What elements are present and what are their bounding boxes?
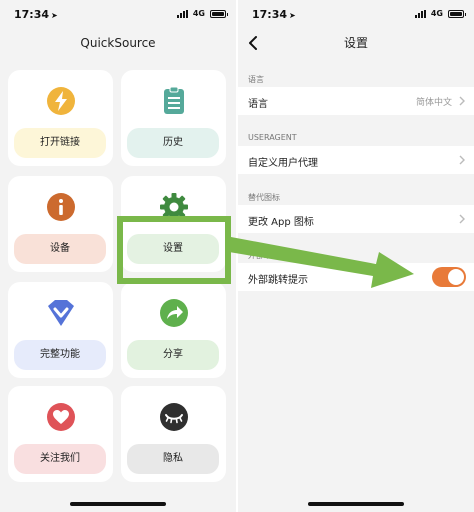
status-time: 17:34 ➤ — [14, 8, 58, 21]
toggle-knob — [448, 269, 464, 285]
language-value: 简体中文 — [415, 98, 452, 108]
info-icon — [46, 193, 75, 221]
network-label: 4G — [192, 9, 205, 18]
tile-privacy[interactable]: 隐私 — [121, 386, 226, 482]
device-button[interactable]: 设备 — [14, 234, 106, 264]
status-bar: 17:34 ➤ 4G — [0, 0, 236, 28]
chevron-right-icon — [459, 155, 465, 165]
status-bar: 17:34 ➤ 4G — [238, 0, 474, 28]
lightning-icon — [46, 87, 75, 115]
clipboard-icon — [163, 86, 184, 114]
closed-eye-icon — [159, 403, 188, 431]
section-header-language: 语言 — [248, 75, 264, 84]
tile-device[interactable]: 设备 — [8, 176, 113, 272]
section-header-alt-icon: 替代图标 — [248, 193, 280, 202]
battery-icon — [448, 9, 466, 18]
user-agent-row[interactable]: 自定义用户代理 — [238, 146, 474, 174]
open-link-button[interactable]: 打开链接 — [14, 128, 106, 158]
highlight-box — [117, 216, 231, 284]
battery-icon — [210, 9, 228, 18]
stage: 17:34 ➤ 4G QuickSource 打开链接 历史 设备 设置 完整功… — [0, 0, 474, 512]
home-indicator — [308, 502, 404, 506]
tile-share[interactable]: 分享 — [121, 282, 226, 378]
chevron-right-icon — [459, 96, 465, 106]
nav-bar: 设置 — [238, 28, 474, 58]
page-title: 设置 — [343, 36, 368, 50]
chevron-badge-icon — [47, 300, 74, 326]
home-indicator — [70, 502, 166, 506]
signal-icon — [176, 9, 188, 18]
language-row[interactable]: 语言 简体中文 — [238, 87, 474, 115]
row-label: 外部跳转提示 — [248, 275, 308, 286]
full-features-button[interactable]: 完整功能 — [14, 340, 106, 370]
change-icon-row[interactable]: 更改 App 图标 — [238, 205, 474, 233]
network-label: 4G — [430, 9, 443, 18]
history-button[interactable]: 历史 — [127, 128, 219, 158]
privacy-button[interactable]: 隐私 — [127, 444, 219, 474]
settings-screen: 17:34 ➤ 4G 设置 语言 语言 简体中文 USERAGENT 自定义用户代… — [238, 0, 474, 512]
row-label: 更改 App 图标 — [248, 217, 314, 228]
location-arrow-icon: ➤ — [289, 11, 296, 20]
signal-icon — [414, 9, 426, 18]
share-arrow-icon — [159, 299, 188, 327]
follow-us-button[interactable]: 关注我们 — [14, 444, 106, 474]
row-label: 自定义用户代理 — [248, 158, 318, 169]
share-button[interactable]: 分享 — [127, 340, 219, 370]
tile-history[interactable]: 历史 — [121, 70, 226, 166]
section-header-external-jump: 外部跳转提示 — [248, 251, 296, 260]
status-indicators: 4G — [176, 9, 228, 18]
page-title: QuickSource — [80, 36, 156, 50]
section-header-useragent: USERAGENT — [248, 133, 297, 142]
chevron-right-icon — [459, 214, 465, 224]
external-jump-row: 外部跳转提示 — [238, 263, 474, 291]
tile-follow-us[interactable]: 关注我们 — [8, 386, 113, 482]
status-indicators: 4G — [414, 9, 466, 18]
back-chevron-icon[interactable] — [246, 35, 262, 51]
tile-full-features[interactable]: 完整功能 — [8, 282, 113, 378]
heart-icon — [46, 403, 75, 431]
row-label: 语言 — [248, 99, 268, 110]
tile-open-link[interactable]: 打开链接 — [8, 70, 113, 166]
location-arrow-icon: ➤ — [51, 11, 58, 20]
status-time: 17:34 ➤ — [252, 8, 296, 21]
external-jump-toggle[interactable] — [432, 267, 466, 287]
